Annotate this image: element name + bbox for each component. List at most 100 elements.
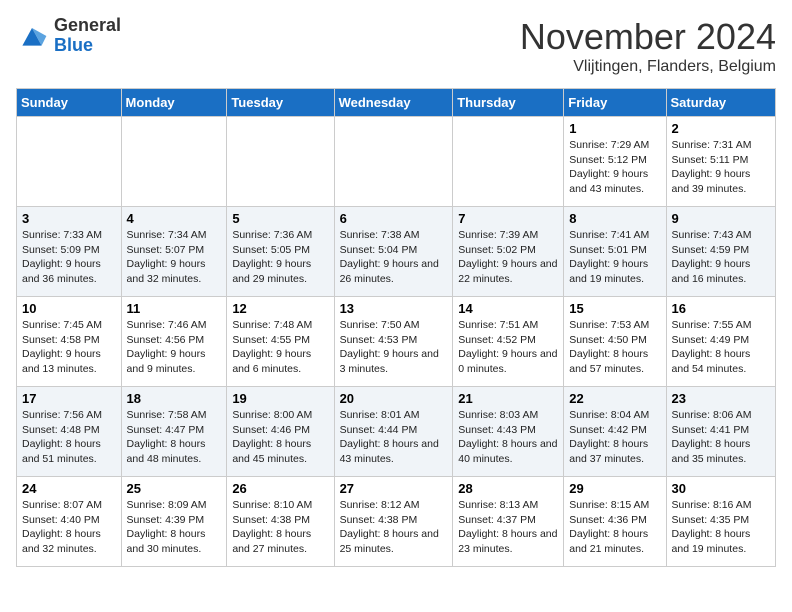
calendar-cell: 22 Sunrise: 8:04 AM Sunset: 4:42 PM Dayli… (564, 387, 666, 477)
day-info: Sunrise: 7:58 AM Sunset: 4:47 PM Dayligh… (127, 408, 222, 467)
calendar-cell: 2 Sunrise: 7:31 AM Sunset: 5:11 PM Daylig… (666, 117, 775, 207)
day-number: 6 (340, 211, 448, 226)
day-number: 28 (458, 481, 558, 496)
day-info: Sunrise: 7:53 AM Sunset: 4:50 PM Dayligh… (569, 318, 660, 377)
day-info: Sunrise: 7:31 AM Sunset: 5:11 PM Dayligh… (672, 138, 770, 197)
day-info: Sunrise: 7:45 AM Sunset: 4:58 PM Dayligh… (22, 318, 116, 377)
day-number: 7 (458, 211, 558, 226)
calendar-cell: 25 Sunrise: 8:09 AM Sunset: 4:39 PM Dayli… (121, 477, 227, 567)
week-row-4: 17Sunrise: 7:56 AM Sunset: 4:48 PM Dayli… (17, 387, 776, 477)
calendar-cell: 29Sunrise: 8:15 AM Sunset: 4:36 PM Dayli… (564, 477, 666, 567)
logo-blue-text: Blue (54, 36, 121, 56)
calendar-cell: 15 Sunrise: 7:53 AM Sunset: 4:50 PM Dayli… (564, 297, 666, 387)
calendar-cell: 5Sunrise: 7:36 AM Sunset: 5:05 PM Daylig… (227, 207, 334, 297)
calendar-cell: 23Sunrise: 8:06 AM Sunset: 4:41 PM Dayli… (666, 387, 775, 477)
calendar-cell: 19 Sunrise: 8:00 AM Sunset: 4:46 PM Dayli… (227, 387, 334, 477)
calendar-cell: 21 Sunrise: 8:03 AM Sunset: 4:43 PM Dayli… (453, 387, 564, 477)
day-info: Sunrise: 7:29 AM Sunset: 5:12 PM Dayligh… (569, 138, 660, 197)
title-area: November 2024 Vlijtingen, Flanders, Belg… (520, 16, 776, 76)
day-info: Sunrise: 8:04 AM Sunset: 4:42 PM Dayligh… (569, 408, 660, 467)
day-number: 8 (569, 211, 660, 226)
calendar-cell (227, 117, 334, 207)
calendar-cell: 3 Sunrise: 7:33 AM Sunset: 5:09 PM Daylig… (17, 207, 122, 297)
day-info: Sunrise: 8:10 AM Sunset: 4:38 PM Dayligh… (232, 498, 328, 557)
logo: General Blue (16, 16, 121, 56)
week-row-2: 3 Sunrise: 7:33 AM Sunset: 5:09 PM Daylig… (17, 207, 776, 297)
day-info: Sunrise: 8:12 AM Sunset: 4:38 PM Dayligh… (340, 498, 448, 557)
day-number: 21 (458, 391, 558, 406)
calendar-cell: 16Sunrise: 7:55 AM Sunset: 4:49 PM Dayli… (666, 297, 775, 387)
weekday-header-friday: Friday (564, 89, 666, 117)
header: General Blue November 2024 Vlijtingen, F… (16, 16, 776, 76)
calendar-cell: 4 Sunrise: 7:34 AM Sunset: 5:07 PM Daylig… (121, 207, 227, 297)
day-info: Sunrise: 7:46 AM Sunset: 4:56 PM Dayligh… (127, 318, 222, 377)
day-info: Sunrise: 7:51 AM Sunset: 4:52 PM Dayligh… (458, 318, 558, 377)
day-info: Sunrise: 7:50 AM Sunset: 4:53 PM Dayligh… (340, 318, 448, 377)
day-number: 5 (232, 211, 328, 226)
calendar-cell: 6 Sunrise: 7:38 AM Sunset: 5:04 PM Daylig… (334, 207, 453, 297)
day-number: 25 (127, 481, 222, 496)
weekday-header-tuesday: Tuesday (227, 89, 334, 117)
day-number: 3 (22, 211, 116, 226)
week-row-1: 1 Sunrise: 7:29 AM Sunset: 5:12 PM Daylig… (17, 117, 776, 207)
day-number: 15 (569, 301, 660, 316)
calendar-cell: 30 Sunrise: 8:16 AM Sunset: 4:35 PM Dayli… (666, 477, 775, 567)
calendar-cell: 24 Sunrise: 8:07 AM Sunset: 4:40 PM Dayli… (17, 477, 122, 567)
day-number: 12 (232, 301, 328, 316)
calendar-cell: 18 Sunrise: 7:58 AM Sunset: 4:47 PM Dayli… (121, 387, 227, 477)
calendar-cell: 13 Sunrise: 7:50 AM Sunset: 4:53 PM Dayli… (334, 297, 453, 387)
calendar-cell (453, 117, 564, 207)
calendar-cell: 28 Sunrise: 8:13 AM Sunset: 4:37 PM Dayli… (453, 477, 564, 567)
calendar-table: SundayMondayTuesdayWednesdayThursdayFrid… (16, 88, 776, 567)
day-number: 18 (127, 391, 222, 406)
day-info: Sunrise: 8:16 AM Sunset: 4:35 PM Dayligh… (672, 498, 770, 557)
day-info: Sunrise: 7:41 AM Sunset: 5:01 PM Dayligh… (569, 228, 660, 287)
day-number: 30 (672, 481, 770, 496)
weekday-header-sunday: Sunday (17, 89, 122, 117)
calendar-cell: 26Sunrise: 8:10 AM Sunset: 4:38 PM Dayli… (227, 477, 334, 567)
calendar-cell: 9 Sunrise: 7:43 AM Sunset: 4:59 PM Daylig… (666, 207, 775, 297)
day-info: Sunrise: 7:39 AM Sunset: 5:02 PM Dayligh… (458, 228, 558, 287)
day-number: 1 (569, 121, 660, 136)
day-number: 2 (672, 121, 770, 136)
day-info: Sunrise: 8:03 AM Sunset: 4:43 PM Dayligh… (458, 408, 558, 467)
day-number: 23 (672, 391, 770, 406)
logo-icon (16, 20, 48, 52)
day-number: 24 (22, 481, 116, 496)
day-info: Sunrise: 7:33 AM Sunset: 5:09 PM Dayligh… (22, 228, 116, 287)
weekday-header-saturday: Saturday (666, 89, 775, 117)
calendar-cell (17, 117, 122, 207)
week-row-5: 24 Sunrise: 8:07 AM Sunset: 4:40 PM Dayli… (17, 477, 776, 567)
weekday-header-row: SundayMondayTuesdayWednesdayThursdayFrid… (17, 89, 776, 117)
calendar-cell: 17Sunrise: 7:56 AM Sunset: 4:48 PM Dayli… (17, 387, 122, 477)
calendar-cell: 7 Sunrise: 7:39 AM Sunset: 5:02 PM Daylig… (453, 207, 564, 297)
calendar-cell (334, 117, 453, 207)
calendar-cell: 14 Sunrise: 7:51 AM Sunset: 4:52 PM Dayli… (453, 297, 564, 387)
calendar-cell: 8 Sunrise: 7:41 AM Sunset: 5:01 PM Daylig… (564, 207, 666, 297)
day-number: 14 (458, 301, 558, 316)
day-info: Sunrise: 7:38 AM Sunset: 5:04 PM Dayligh… (340, 228, 448, 287)
weekday-header-wednesday: Wednesday (334, 89, 453, 117)
day-number: 19 (232, 391, 328, 406)
day-info: Sunrise: 8:13 AM Sunset: 4:37 PM Dayligh… (458, 498, 558, 557)
day-info: Sunrise: 8:00 AM Sunset: 4:46 PM Dayligh… (232, 408, 328, 467)
day-number: 22 (569, 391, 660, 406)
day-number: 20 (340, 391, 448, 406)
logo-general-text: General (54, 16, 121, 36)
day-number: 9 (672, 211, 770, 226)
calendar-cell (121, 117, 227, 207)
day-info: Sunrise: 8:15 AM Sunset: 4:36 PM Dayligh… (569, 498, 660, 557)
day-info: Sunrise: 7:43 AM Sunset: 4:59 PM Dayligh… (672, 228, 770, 287)
day-info: Sunrise: 8:07 AM Sunset: 4:40 PM Dayligh… (22, 498, 116, 557)
month-title: November 2024 (520, 16, 776, 58)
day-number: 17 (22, 391, 116, 406)
day-number: 13 (340, 301, 448, 316)
location-title: Vlijtingen, Flanders, Belgium (520, 58, 776, 76)
day-number: 4 (127, 211, 222, 226)
calendar-cell: 27Sunrise: 8:12 AM Sunset: 4:38 PM Dayli… (334, 477, 453, 567)
day-info: Sunrise: 8:01 AM Sunset: 4:44 PM Dayligh… (340, 408, 448, 467)
day-number: 10 (22, 301, 116, 316)
day-info: Sunrise: 8:09 AM Sunset: 4:39 PM Dayligh… (127, 498, 222, 557)
weekday-header-thursday: Thursday (453, 89, 564, 117)
day-info: Sunrise: 7:34 AM Sunset: 5:07 PM Dayligh… (127, 228, 222, 287)
